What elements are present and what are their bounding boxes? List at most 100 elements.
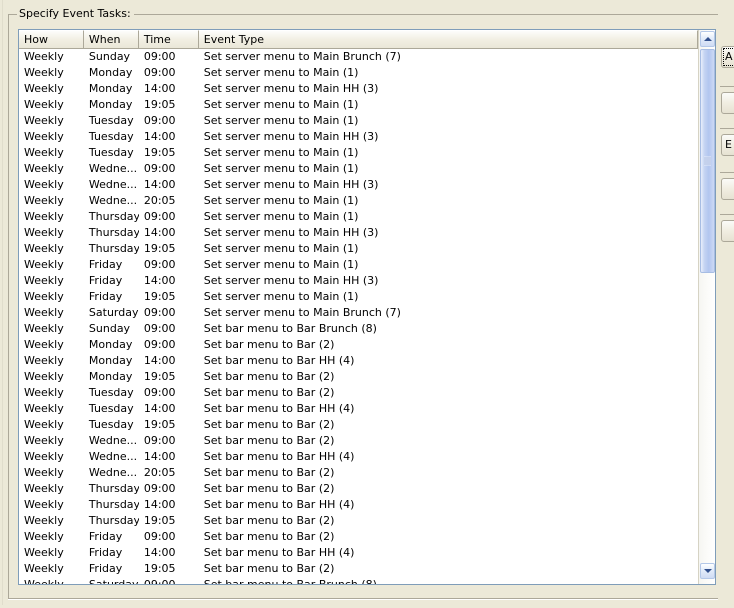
cell-when: Saturday xyxy=(88,306,139,319)
table-row[interactable]: Weekly Tuesday 14:00 Set server menu to Mai… xyxy=(19,129,698,145)
table-row[interactable]: Weekly Thursday 19:05 Set bar menu to Bar (… xyxy=(19,513,698,529)
table-row[interactable]: Weekly Monday 14:00 Set bar menu to Bar HH … xyxy=(19,353,698,369)
table-row[interactable]: Weekly Wedne... 09:00 Set server menu to Ma… xyxy=(19,161,698,177)
table-row[interactable]: Weekly Tuesday 14:00 Set bar menu to Bar HH… xyxy=(19,401,698,417)
cell-event: Set bar menu to Bar Brunch (8) xyxy=(203,322,377,335)
cell-when: Wedne... xyxy=(88,434,138,447)
table-row[interactable]: Weekly Thursday 14:00 Set bar menu to Bar H… xyxy=(19,497,698,513)
table-row[interactable]: Weekly Sunday 09:00 Set server menu to Main… xyxy=(19,49,698,65)
cell-when: Friday xyxy=(88,562,123,575)
cell-time: 14:00 xyxy=(143,450,176,463)
cell-how: Weekly xyxy=(24,450,64,463)
table-row[interactable]: Weekly Wedne... 14:00 Set bar menu to Bar H… xyxy=(19,449,698,465)
table-row[interactable]: Weekly Thursday 09:00 Set bar menu to Bar (… xyxy=(19,481,698,497)
edge-separator-1 xyxy=(720,86,734,87)
edge-button-3[interactable]: E xyxy=(721,134,734,156)
table-row[interactable]: Weekly Wedne... 20:05 Set bar menu to Bar (… xyxy=(19,465,698,481)
edge-button-1[interactable]: A xyxy=(721,46,734,68)
cell-time: 09:00 xyxy=(143,162,176,175)
table-row[interactable]: Weekly Monday 19:05 Set server menu to Main… xyxy=(19,97,698,113)
table-row[interactable]: Weekly Monday 09:00 Set server menu to Main… xyxy=(19,65,698,81)
cell-time: 20:05 xyxy=(143,466,176,479)
edge-button-4[interactable] xyxy=(721,178,734,200)
cell-how: Weekly xyxy=(24,66,64,79)
cell-when: Thursday xyxy=(88,226,139,239)
cell-event: Set server menu to Main (1) xyxy=(203,290,359,303)
table-row[interactable]: Weekly Wedne... 20:05 Set server menu to Ma… xyxy=(19,193,698,209)
cell-how: Weekly xyxy=(24,386,64,399)
cell-how: Weekly xyxy=(24,306,64,319)
cell-event: Set bar menu to Bar HH (4) xyxy=(203,546,355,559)
cell-how: Weekly xyxy=(24,82,64,95)
cell-event: Set server menu to Main (1) xyxy=(203,242,359,255)
scroll-up-button[interactable] xyxy=(700,31,715,47)
cell-event: Set server menu to Main (1) xyxy=(203,194,359,207)
table-row[interactable]: WeeklySaturday09:00Set bar menu to Bar B… xyxy=(19,577,698,584)
cell-when: Monday xyxy=(88,98,133,111)
cell-time: 09:00 xyxy=(143,210,176,223)
table-row[interactable]: Weekly Thursday 09:00 Set server menu to Ma… xyxy=(19,209,698,225)
cell-when: Wedne... xyxy=(88,466,138,479)
listview-rows: Weekly Sunday 09:00 Set server menu to Main… xyxy=(19,49,698,584)
table-row[interactable]: Weekly Friday 14:00 Set server menu to Main… xyxy=(19,273,698,289)
cell-time: 19:05 xyxy=(143,418,176,431)
cell-event: Set bar menu to Bar (2) xyxy=(203,370,335,383)
table-row[interactable]: Weekly Friday 09:00 Set server menu to Main… xyxy=(19,257,698,273)
table-row[interactable]: Weekly Friday 09:00 Set bar menu to Bar (2) xyxy=(19,529,698,545)
table-row[interactable]: Weekly Thursday 14:00 Set server menu to Ma… xyxy=(19,225,698,241)
table-row[interactable]: Weekly Tuesday 09:00 Set bar menu to Bar (2… xyxy=(19,385,698,401)
cell-time: 14:00 xyxy=(143,546,176,559)
scroll-thumb[interactable] xyxy=(700,49,715,273)
edge-button-2[interactable] xyxy=(721,92,734,114)
cell-how: Weekly xyxy=(24,482,64,495)
cell-when: Wedne... xyxy=(88,194,138,207)
cell-when: Friday xyxy=(88,546,123,559)
cell-how: Weekly xyxy=(24,274,64,287)
cell-how: Weekly xyxy=(24,562,64,575)
event-tasks-listview[interactable]: How When Time Event Type Weekly Sunday 09:… xyxy=(18,29,716,585)
cell-event: Set bar menu to Bar (2) xyxy=(203,418,335,431)
table-row[interactable]: Weekly Friday 19:05 Set bar menu to Bar (2) xyxy=(19,561,698,577)
table-row[interactable]: Weekly Tuesday 09:00 Set server menu to Mai… xyxy=(19,113,698,129)
scroll-down-button[interactable] xyxy=(700,563,715,579)
cell-when: Wedne... xyxy=(88,450,138,463)
column-header-time[interactable]: Time xyxy=(138,30,199,48)
cell-event: Set server menu to Main (1) xyxy=(203,210,359,223)
cell-event: Set bar menu to Bar (2) xyxy=(203,562,335,575)
listview-content-area: How When Time Event Type Weekly Sunday 09:… xyxy=(19,30,698,584)
cell-when: Monday xyxy=(88,354,133,367)
table-row[interactable]: Weekly Wedne... 14:00 Set server menu to Ma… xyxy=(19,177,698,193)
listview-vertical-scrollbar[interactable] xyxy=(698,30,715,584)
table-row[interactable]: Weekly Monday 19:05 Set bar menu to Bar (2) xyxy=(19,369,698,385)
cell-how: Weekly xyxy=(24,514,64,527)
cell-time: 14:00 xyxy=(143,274,176,287)
edge-button-5[interactable] xyxy=(721,220,734,242)
cell-event: Set server menu to Main HH (3) xyxy=(203,178,379,191)
cell-time: 09:00 xyxy=(143,258,176,271)
cell-time: 14:00 xyxy=(143,498,176,511)
cell-event: Set bar menu to Bar (2) xyxy=(203,434,335,447)
cell-when: Tuesday xyxy=(88,114,134,127)
cell-event: Set bar menu to Bar (2) xyxy=(203,466,335,479)
cell-event: Set bar menu to Bar HH (4) xyxy=(203,354,355,367)
table-row[interactable]: Weekly Thursday 19:05 Set server menu to Ma… xyxy=(19,241,698,257)
table-row[interactable]: Weekly Tuesday 19:05 Set server menu to Mai… xyxy=(19,145,698,161)
table-row[interactable]: Weekly Friday 19:05 Set server menu to Main… xyxy=(19,289,698,305)
table-row[interactable]: Weekly Sunday 09:00 Set bar menu to Bar Bru… xyxy=(19,321,698,337)
cell-event: Set server menu to Main HH (3) xyxy=(203,226,379,239)
table-row[interactable]: Weekly Monday 09:00 Set bar menu to Bar (2) xyxy=(19,337,698,353)
table-row[interactable]: Weekly Friday 14:00 Set bar menu to Bar HH … xyxy=(19,545,698,561)
cell-when: Thursday xyxy=(88,514,139,527)
table-row[interactable]: Weekly Saturday 09:00 Set server menu to Ma… xyxy=(19,305,698,321)
cell-event: Set server menu to Main (1) xyxy=(203,146,359,159)
table-row[interactable]: Weekly Tuesday 19:05 Set bar menu to Bar (2… xyxy=(19,417,698,433)
column-header-when[interactable]: When xyxy=(83,30,139,48)
cell-time: 19:05 xyxy=(143,514,176,527)
listview-header-row: How When Time Event Type xyxy=(19,30,698,49)
cell-time: 14:00 xyxy=(143,226,176,239)
column-header-how[interactable]: How xyxy=(19,30,84,48)
column-header-event-type[interactable]: Event Type xyxy=(198,30,698,48)
table-row[interactable]: Weekly Monday 14:00 Set server menu to Main… xyxy=(19,81,698,97)
table-row[interactable]: Weekly Wedne... 09:00 Set bar menu to Bar (… xyxy=(19,433,698,449)
cell-time: 14:00 xyxy=(143,82,176,95)
